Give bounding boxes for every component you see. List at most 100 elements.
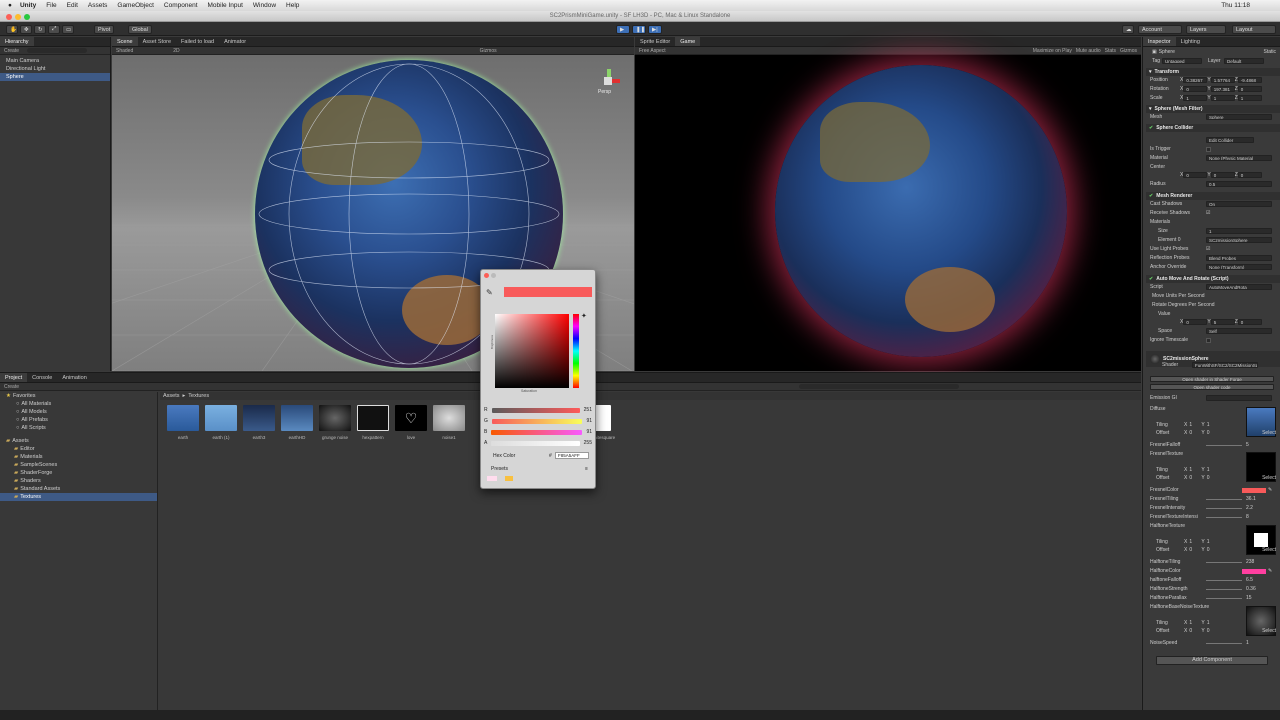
tab-failed-to-load[interactable]: Failed to load xyxy=(176,37,219,46)
tree-folder-editor[interactable]: ▰ Editor xyxy=(0,445,157,453)
asset-earth-1[interactable]: earth (1) xyxy=(204,405,238,440)
menu-edit[interactable]: Edit xyxy=(67,2,78,9)
menu-mobile-input[interactable]: Mobile Input xyxy=(208,2,243,9)
slider-g-value[interactable]: 91 xyxy=(586,418,592,424)
offset-x-value[interactable]: 0 xyxy=(1189,628,1201,634)
presets-label[interactable]: Presets xyxy=(491,466,508,472)
fresnel-color-swatch[interactable] xyxy=(1242,487,1266,493)
saturation-brightness-box[interactable] xyxy=(495,314,569,388)
project-search-input[interactable] xyxy=(799,384,960,389)
fresnel-tiling-value[interactable]: 36.1 xyxy=(1246,496,1256,502)
collider-material-field[interactable]: None (Physic Material xyxy=(1206,155,1272,161)
emission-gi-dropdown[interactable] xyxy=(1206,395,1272,401)
script-field[interactable]: AutoMoveAndRota xyxy=(1206,284,1272,290)
mute-audio-toggle[interactable]: Mute audio xyxy=(1076,48,1101,54)
size-input[interactable]: 1 xyxy=(1206,228,1272,234)
collider-checkbox[interactable]: ✔ xyxy=(1149,125,1153,131)
tree-fav-all-materials[interactable]: ○ All Materials xyxy=(0,400,157,408)
shader-dropdown[interactable]: FunWithSF/SC2/SC2MissionSph xyxy=(1192,362,1258,368)
noise-speed-value[interactable]: 1 xyxy=(1246,640,1249,646)
apple-icon[interactable]: ● xyxy=(8,2,12,9)
slider-r-value[interactable]: 251 xyxy=(584,407,592,413)
edit-collider-button[interactable]: Edit Collider xyxy=(1206,137,1254,143)
materials-row[interactable]: Materials xyxy=(1146,218,1280,226)
cast-shadows-dropdown[interactable]: On xyxy=(1206,201,1272,207)
center-z-input[interactable]: 0 xyxy=(1237,172,1262,178)
halftone-strength-slider[interactable] xyxy=(1206,588,1242,590)
hue-slider[interactable] xyxy=(573,314,579,388)
offset-x-value[interactable]: 0 xyxy=(1189,547,1201,553)
halftone-parallax-slider[interactable] xyxy=(1206,597,1242,599)
tree-folder-textures[interactable]: ▰ Textures xyxy=(0,493,157,501)
hierarchy-item-main-camera[interactable]: Main Camera xyxy=(0,57,110,65)
tab-console[interactable]: Console xyxy=(27,373,57,382)
2d-toggle[interactable]: 2D xyxy=(173,48,179,54)
halftone-falloff-value[interactable]: 6.5 xyxy=(1246,577,1253,583)
layers-dropdown[interactable]: Layers xyxy=(1186,25,1226,34)
tab-lighting[interactable]: Lighting xyxy=(1176,37,1205,46)
fresnel-tiling-slider[interactable] xyxy=(1206,498,1242,500)
tab-game[interactable]: Game xyxy=(675,37,701,46)
tiling-x-value[interactable]: 1 xyxy=(1189,422,1201,428)
tiling-x-value[interactable]: 1 xyxy=(1189,620,1201,626)
eyedropper-icon[interactable]: ✎ xyxy=(1268,568,1272,574)
tiling-x-value[interactable]: 1 xyxy=(1189,467,1201,473)
scale-y-input[interactable]: 1 xyxy=(1210,95,1235,101)
hand-tool-button[interactable]: ✋ xyxy=(6,25,18,34)
slider-b-value[interactable]: 91 xyxy=(586,429,592,435)
offset-y-value[interactable]: 0 xyxy=(1207,475,1219,481)
tab-animator[interactable]: Animator xyxy=(219,37,251,46)
move-units-row[interactable]: Move Units Per Second xyxy=(1146,292,1280,300)
tree-fav-all-scripts[interactable]: ○ All Scripts xyxy=(0,424,157,432)
tree-folder-materials[interactable]: ▰ Materials xyxy=(0,453,157,461)
scale-x-input[interactable]: 1 xyxy=(1183,95,1208,101)
rotation-z-input[interactable]: 0 xyxy=(1237,86,1262,92)
scene-gizmo[interactable]: Persp xyxy=(598,69,620,99)
fresnel-falloff-slider[interactable] xyxy=(1206,444,1242,446)
mesh-field[interactable]: Sphere xyxy=(1206,114,1272,120)
fresnel-tex-intensity-value[interactable]: 8 xyxy=(1246,514,1249,520)
menu-app[interactable]: Unity xyxy=(20,2,36,9)
tree-assets[interactable]: ▰ Assets xyxy=(0,437,157,445)
tree-folder-samplescenes[interactable]: ▰ SampleScenes xyxy=(0,461,157,469)
offset-y-value[interactable]: 0 xyxy=(1207,628,1219,634)
stats-toggle[interactable]: Stats xyxy=(1105,48,1116,54)
breadcrumb-textures[interactable]: Textures xyxy=(188,393,209,399)
tab-asset-store[interactable]: Asset Store xyxy=(138,37,176,46)
gizmo-center-icon[interactable] xyxy=(604,77,612,85)
maximize-on-play-toggle[interactable]: Maximize on Play xyxy=(1033,48,1072,54)
slider-b[interactable]: B 91 xyxy=(484,428,592,436)
rotation-x-input[interactable]: 0 xyxy=(1183,86,1208,92)
value-z-input[interactable]: 0 xyxy=(1237,319,1262,325)
tree-folder-standard-assets[interactable]: ▰ Standard Assets xyxy=(0,485,157,493)
slider-a-track[interactable] xyxy=(491,440,580,446)
aspect-dropdown[interactable]: Free Aspect xyxy=(639,48,666,54)
color-picker-minimize-button[interactable] xyxy=(491,273,496,278)
fresnel-intensity-value[interactable]: 2.2 xyxy=(1246,505,1253,511)
global-toggle[interactable]: Global xyxy=(128,25,152,34)
preset-swatch-2[interactable] xyxy=(505,476,513,481)
object-name-input[interactable]: Sphere xyxy=(1159,49,1229,55)
offset-x-value[interactable]: 0 xyxy=(1189,430,1201,436)
rotate-tool-button[interactable]: ↻ xyxy=(34,25,46,34)
halftone-falloff-slider[interactable] xyxy=(1206,579,1242,581)
asset-earth3[interactable]: earth3 xyxy=(242,405,276,440)
halftone-tiling-slider[interactable] xyxy=(1206,561,1242,563)
tree-fav-all-models[interactable]: ○ All Models xyxy=(0,408,157,416)
light-probes-checkbox[interactable]: ☑ xyxy=(1206,246,1210,252)
tab-inspector[interactable]: Inspector xyxy=(1143,37,1176,46)
scale-z-input[interactable]: 1 xyxy=(1237,95,1262,101)
reflection-dropdown[interactable]: Blend Probes xyxy=(1206,255,1272,261)
menu-component[interactable]: Component xyxy=(164,2,198,9)
transform-header[interactable]: ▾ Transform xyxy=(1146,68,1280,76)
tiling-y-value[interactable]: 1 xyxy=(1207,539,1219,545)
center-y-input[interactable]: 0 xyxy=(1210,172,1235,178)
slider-b-track[interactable] xyxy=(491,429,583,435)
color-picker-close-button[interactable] xyxy=(484,273,489,278)
position-y-input[interactable]: 1.57764 xyxy=(1210,77,1235,83)
add-component-button[interactable]: Add Component xyxy=(1156,655,1268,665)
select-label[interactable]: Select xyxy=(1262,475,1276,481)
receive-shadows-checkbox[interactable]: ☑ xyxy=(1206,210,1210,216)
layout-dropdown[interactable]: Layout xyxy=(1232,25,1276,34)
slider-g-track[interactable] xyxy=(491,418,583,424)
